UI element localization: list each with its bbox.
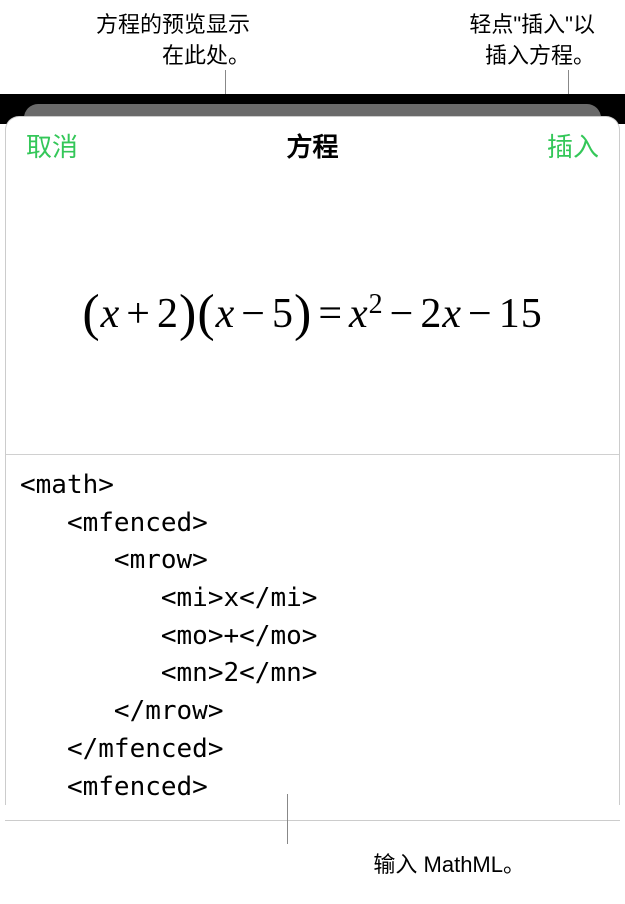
code-line: <mfenced> — [20, 772, 208, 802]
callout-text: 插入方程。 — [385, 41, 595, 72]
cancel-button[interactable]: 取消 — [26, 127, 78, 164]
callout-leader-line — [287, 794, 288, 844]
callout-text: 轻点"插入"以 — [385, 10, 595, 41]
code-line: <math> — [20, 470, 114, 500]
insert-button[interactable]: 插入 — [547, 127, 599, 164]
divider — [5, 820, 620, 821]
code-line: </mrow> — [20, 696, 224, 726]
callout-text: 方程的预览显示 — [30, 10, 250, 41]
sheet-header: 取消 方程 插入 — [6, 117, 619, 173]
rendered-equation: (x+2)(x−5)=x2−2x−15 — [82, 284, 542, 343]
code-line: <mfenced> — [20, 508, 208, 538]
code-line: <mo>+</mo> — [20, 621, 317, 651]
insert-callout: 轻点"插入"以 插入方程。 — [385, 10, 595, 94]
mathml-callout: 输入 MathML。 — [373, 847, 525, 879]
callout-text: 在此处。 — [30, 41, 250, 72]
top-callouts: 方程的预览显示 在此处。 轻点"插入"以 插入方程。 — [0, 0, 625, 94]
equation-preview: (x+2)(x−5)=x2−2x−15 — [6, 173, 619, 455]
sheet-title: 方程 — [286, 127, 338, 164]
preview-callout: 方程的预览显示 在此处。 — [30, 10, 250, 94]
equation-sheet: 取消 方程 插入 (x+2)(x−5)=x2−2x−15 <math> <mfe… — [5, 116, 620, 805]
code-line: <mi>x</mi> — [20, 583, 317, 613]
code-line: <mn>2</mn> — [20, 658, 317, 688]
code-line: </mfenced> — [20, 734, 224, 764]
code-line: <mrow> — [20, 545, 208, 575]
mathml-input[interactable]: <math> <mfenced> <mrow> <mi>x</mi> <mo>+… — [6, 455, 619, 805]
